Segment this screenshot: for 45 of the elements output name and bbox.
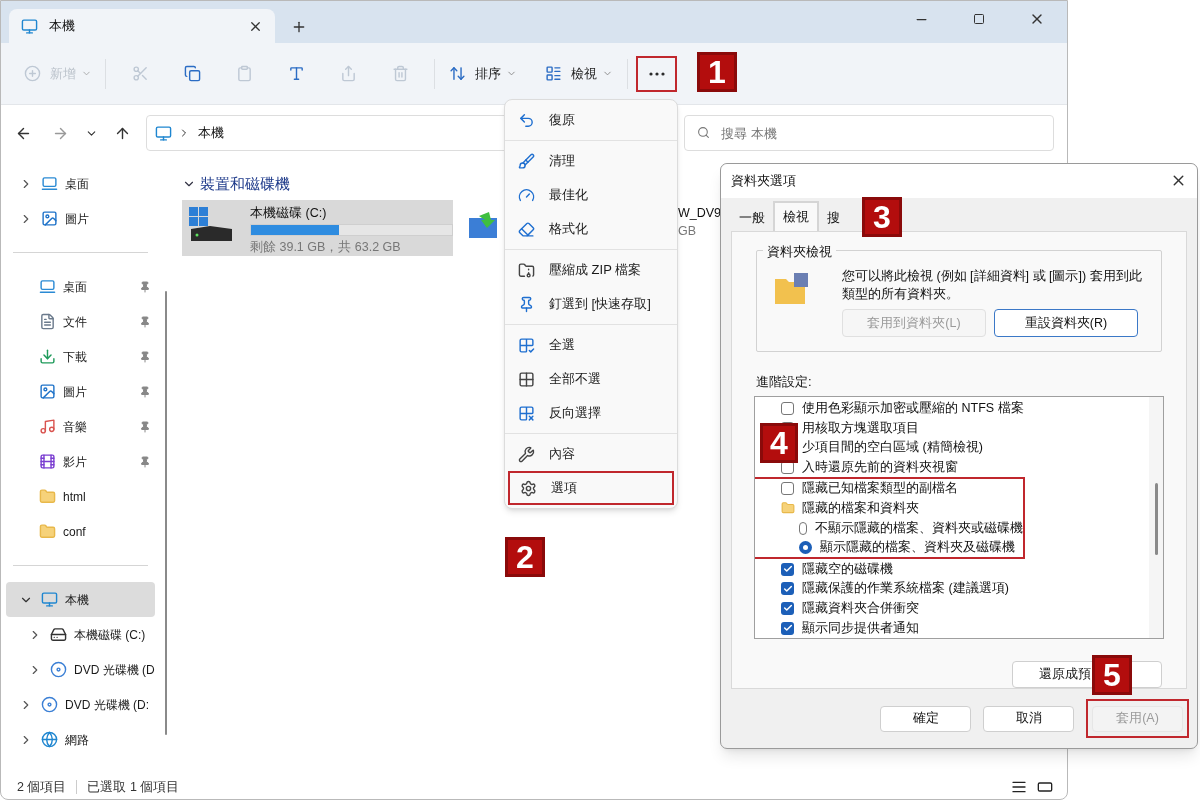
drive-name: 本機磁碟 (C:) <box>250 204 328 222</box>
setting-label: 顯示同步提供者通知 <box>802 619 919 637</box>
setting-label: 隱藏空的磁碟機 <box>802 560 893 578</box>
sidebar-label: 影片 <box>63 453 87 471</box>
sidebar-label: 網路 <box>65 731 89 749</box>
group-title: 資料夾檢視 <box>763 242 836 262</box>
dialog-title: 資料夾選項 <box>731 172 796 191</box>
sidebar-label: html <box>63 488 86 506</box>
sidebar-label: 本機磁碟 (C:) <box>74 626 146 644</box>
setting-label: 入時還原先前的資料夾視窗 <box>802 458 958 476</box>
sidebar-label: 圖片 <box>65 210 89 228</box>
tab-title: 本機 <box>49 17 75 36</box>
setting-label: 隱藏資料夾合併衝突 <box>802 600 919 618</box>
item-count: 2 個項目 <box>17 778 67 796</box>
setting-label: 使用色彩顯示加密或壓縮的 NTFS 檔案 <box>802 400 1024 418</box>
sidebar-label: 音樂 <box>63 418 87 436</box>
sidebar-label: DVD 光碟機 (D: <box>65 696 149 714</box>
step-badge: 1 <box>697 52 737 92</box>
setting-label: 隱藏保護的作業系統檔案 (建議選項) <box>802 580 1009 598</box>
sidebar-label: 桌面 <box>65 175 89 193</box>
step-badge: 3 <box>862 197 902 237</box>
sidebar-label: DVD 光碟機 (D <box>74 661 155 679</box>
address-text: 本機 <box>198 124 224 143</box>
section-heading: 裝置和磁碟機 <box>200 174 290 194</box>
sidebar-label: 本機 <box>65 591 89 609</box>
drive-detail: GB <box>678 223 698 241</box>
advanced-label: 進階設定: <box>756 373 813 392</box>
step-badge: 5 <box>1092 655 1132 695</box>
drive-detail: 剩餘 39.1 GB，共 63.2 GB <box>250 239 402 257</box>
setting-label: 隱藏的檔案和資料夾 <box>802 500 919 518</box>
description: 您可以將此檢視 (例如 [詳細資料] 或 [圖示]) 套用到此類型的所有資料夾。 <box>842 268 1143 304</box>
step-badge: 4 <box>760 423 798 463</box>
setting-label: 少項目間的空白區域 (精簡檢視) <box>802 439 983 457</box>
sidebar-label: 桌面 <box>63 278 87 296</box>
sidebar-label: conf <box>63 523 86 541</box>
setting-label: 顯示隱藏的檔案、資料夾及磁碟機 <box>820 539 1015 557</box>
drive-name: W_DV9 <box>678 204 722 222</box>
sidebar-label: 圖片 <box>63 383 87 401</box>
sidebar-label: 下載 <box>63 348 87 366</box>
setting-label: 不顯示隱藏的檔案、資料夾或磁碟機 <box>815 519 1023 537</box>
selection-count: 已選取 1 個項目 <box>87 778 180 796</box>
setting-label: 用核取方塊選取項目 <box>802 419 919 437</box>
step-badge: 2 <box>505 537 545 577</box>
sidebar-label: 文件 <box>63 313 87 331</box>
setting-label: 隱藏已知檔案類型的副檔名 <box>802 480 958 498</box>
